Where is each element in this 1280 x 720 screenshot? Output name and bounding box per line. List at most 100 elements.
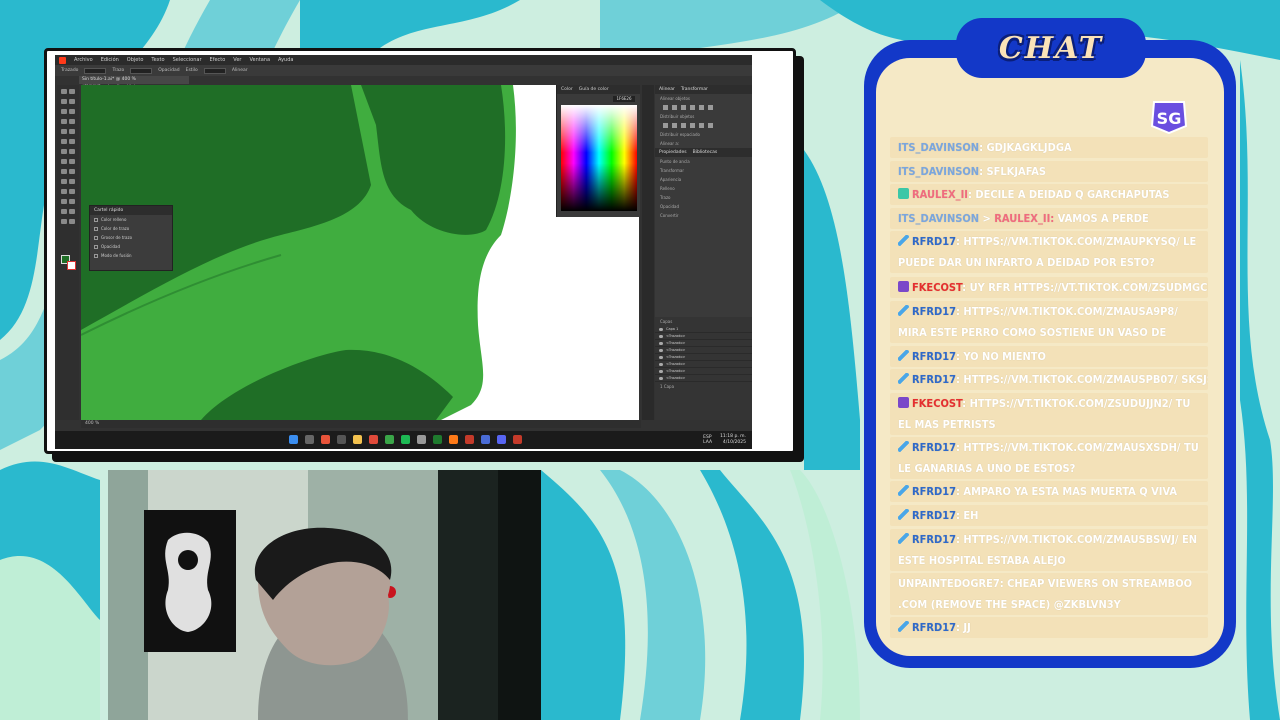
chat-username[interactable]: RFRD17: [912, 533, 956, 546]
column-graph-tool-icon[interactable]: [69, 199, 75, 204]
checkbox-icon[interactable]: [94, 253, 98, 258]
rotate-tool-icon[interactable]: [61, 149, 67, 154]
align-middle-icon[interactable]: [699, 105, 704, 110]
control-estilo[interactable]: Estilo: [186, 68, 198, 73]
menu-ventana[interactable]: Ventana: [249, 57, 270, 63]
selection-tool-icon[interactable]: [61, 89, 67, 94]
tab-color-guide[interactable]: Guía de color: [579, 87, 609, 92]
align-right-icon[interactable]: [681, 105, 686, 110]
checkbox-icon[interactable]: [94, 217, 98, 222]
chat-username[interactable]: FKECOST: [912, 281, 962, 294]
perspective-grid-tool-icon[interactable]: [69, 169, 75, 174]
control-alinear[interactable]: Alinear: [232, 68, 248, 73]
chat-username[interactable]: RFRD17: [912, 305, 956, 318]
quick-panel-row[interactable]: Opacidad: [90, 242, 172, 251]
shape-builder-tool-icon[interactable]: [61, 169, 67, 174]
document-tab[interactable]: Sin título-1.ai* @ 400 % (CMYK/Previsual…: [79, 76, 189, 90]
scale-tool-icon[interactable]: [69, 149, 75, 154]
layer-row[interactable]: <Trazado>: [655, 361, 752, 368]
line-tool-icon[interactable]: [69, 119, 75, 124]
lasso-tool-icon[interactable]: [69, 99, 75, 104]
quick-panel-row[interactable]: Modo de fusión: [90, 251, 172, 260]
tab-libraries[interactable]: Bibliotecas: [693, 150, 718, 155]
menu-texto[interactable]: Texto: [151, 57, 164, 63]
chat-username[interactable]: RAULEX_II: [912, 188, 968, 201]
menu-edicion[interactable]: Edición: [101, 57, 119, 63]
tab-color[interactable]: Color: [561, 87, 573, 92]
chat-username[interactable]: RFRD17: [912, 350, 956, 363]
checkbox-icon[interactable]: [94, 235, 98, 240]
quick-panel-row[interactable]: Color de trazo: [90, 224, 172, 233]
menu-objeto[interactable]: Objeto: [127, 57, 144, 63]
paintbrush-tool-icon[interactable]: [69, 129, 75, 134]
file-explorer-icon[interactable]: [353, 435, 362, 444]
chat-username[interactable]: RFRD17: [912, 441, 956, 454]
layer-row[interactable]: <Trazado>: [655, 347, 752, 354]
mesh-tool-icon[interactable]: [61, 179, 67, 184]
app-icon[interactable]: [465, 435, 474, 444]
layer-row[interactable]: <Trazado>: [655, 340, 752, 347]
symbol-sprayer-tool-icon[interactable]: [61, 199, 67, 204]
language-indicator[interactable]: ESP LAA: [703, 435, 712, 445]
eye-icon[interactable]: [659, 355, 663, 359]
app-icon[interactable]: [385, 435, 394, 444]
chat-username[interactable]: RFRD17: [912, 621, 956, 634]
tab-properties[interactable]: Propiedades: [659, 150, 687, 155]
layer-row[interactable]: <Trazado>: [655, 368, 752, 375]
app-icon[interactable]: [513, 435, 522, 444]
zoom-tool-icon[interactable]: [69, 219, 75, 224]
distribute-icon[interactable]: [681, 123, 686, 128]
distribute-icon[interactable]: [663, 123, 668, 128]
stroke-select[interactable]: [130, 67, 153, 74]
menu-seleccionar[interactable]: Seleccionar: [173, 57, 202, 63]
task-view-icon[interactable]: [337, 435, 346, 444]
align-bottom-icon[interactable]: [708, 105, 713, 110]
eraser-tool-icon[interactable]: [69, 139, 75, 144]
eye-icon[interactable]: [659, 369, 663, 373]
chat-username[interactable]: RFRD17: [912, 235, 956, 248]
quick-panel-row[interactable]: Color relleno: [90, 215, 172, 224]
search-icon[interactable]: [305, 435, 314, 444]
control-trazado[interactable]: Trazado: [61, 68, 78, 73]
chat-username[interactable]: UNPAINTEDOGRE7: [898, 577, 1000, 590]
checkbox-icon[interactable]: [94, 244, 98, 249]
distribute-icon[interactable]: [672, 123, 677, 128]
layer-row[interactable]: Capa 1: [655, 326, 752, 333]
spotify-icon[interactable]: [401, 435, 410, 444]
eye-icon[interactable]: [659, 376, 663, 380]
slice-tool-icon[interactable]: [69, 209, 75, 214]
eye-icon[interactable]: [659, 334, 663, 338]
control-opacidad[interactable]: Opacidad: [158, 68, 179, 73]
brave-icon[interactable]: [321, 435, 330, 444]
tab-transform[interactable]: Transformar: [681, 87, 708, 92]
style-select[interactable]: [203, 67, 226, 74]
artboard-tool-icon[interactable]: [61, 209, 67, 214]
gradient-tool-icon[interactable]: [69, 179, 75, 184]
xbox-icon[interactable]: [433, 435, 442, 444]
curvature-tool-icon[interactable]: [69, 109, 75, 114]
magic-wand-tool-icon[interactable]: [61, 99, 67, 104]
menu-ver[interactable]: Ver: [233, 57, 241, 63]
rectangle-tool-icon[interactable]: [61, 129, 67, 134]
eye-icon[interactable]: [659, 362, 663, 366]
stroke-color-swatch[interactable]: [67, 261, 76, 270]
free-transform-tool-icon[interactable]: [69, 159, 75, 164]
menu-efecto[interactable]: Efecto: [210, 57, 226, 63]
direct-selection-tool-icon[interactable]: [69, 89, 75, 94]
start-icon[interactable]: [289, 435, 298, 444]
fill-select[interactable]: [84, 67, 107, 74]
layer-row[interactable]: <Trazado>: [655, 333, 752, 340]
obs-icon[interactable]: [481, 435, 490, 444]
blend-tool-icon[interactable]: [69, 189, 75, 194]
pen-tool-icon[interactable]: [61, 109, 67, 114]
chat-username[interactable]: ITS_DAVINSON: [898, 165, 979, 178]
distribute-icon[interactable]: [708, 123, 713, 128]
distribute-icon[interactable]: [699, 123, 704, 128]
eye-icon[interactable]: [659, 348, 663, 352]
chat-mention[interactable]: RAULEX_II:: [994, 212, 1057, 225]
eye-icon[interactable]: [659, 341, 663, 345]
chat-username[interactable]: ITS_DAVINSON: [898, 212, 979, 225]
tab-align[interactable]: Alinear: [659, 87, 675, 92]
layer-row[interactable]: <Trazado>: [655, 375, 752, 382]
menu-archivo[interactable]: Archivo: [74, 57, 93, 63]
